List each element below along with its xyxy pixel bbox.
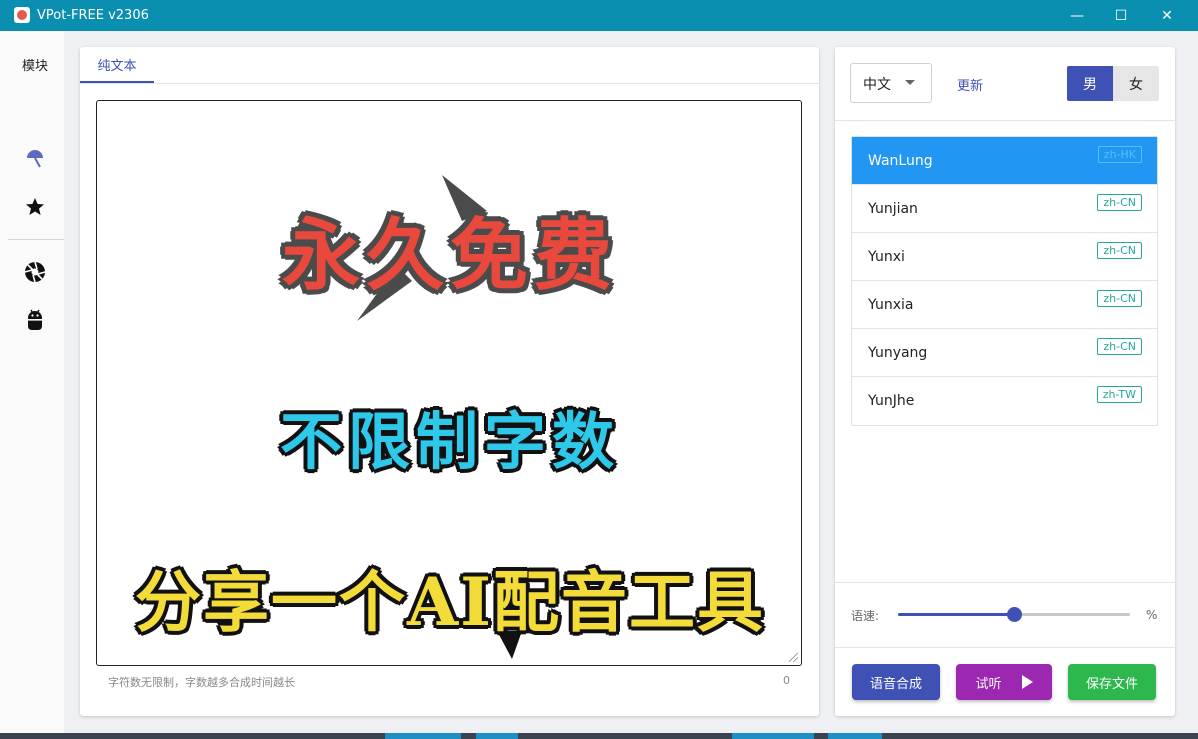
update-button[interactable]: 更新 (957, 75, 983, 94)
resize-grip-icon[interactable] (789, 653, 798, 662)
speed-unit: % (1146, 608, 1158, 622)
promo-line-free: 永久免费 (281, 210, 618, 301)
preview-label: 试听 (975, 676, 1002, 692)
chevron-down-icon (905, 80, 915, 85)
language-value: 中文 (863, 77, 891, 93)
save-file-label: 保存文件 (1085, 676, 1138, 692)
locale-badge: zh-CN (1097, 242, 1142, 259)
maximize-button[interactable]: ☐ (1098, 0, 1144, 31)
voice-item[interactable]: Yunxi zh-CN (852, 233, 1157, 281)
locale-badge: zh-CN (1097, 290, 1142, 307)
gender-female-button[interactable]: 女 (1113, 66, 1159, 101)
actions-divider (835, 647, 1175, 648)
app-window: VPot-FREE v2306 — ☐ ✕ 模块 纯文本 永久免费 不限制字数 … (0, 0, 1198, 733)
text-editor-panel: 纯文本 永久免费 不限制字数 分享一个AI配音工具 字符数无限制，字数越多合成时… (80, 47, 819, 716)
close-button[interactable]: ✕ (1144, 0, 1190, 31)
voice-name: Yunxi (868, 249, 905, 265)
aperture-icon[interactable] (22, 260, 48, 284)
voice-list: WanLung zh-HK Yunjian zh-CN Yunxi zh-CN … (851, 136, 1158, 426)
voice-name: YunJhe (868, 393, 915, 409)
minimize-button[interactable]: — (1054, 0, 1100, 31)
voice-item[interactable]: WanLung zh-HK (852, 137, 1157, 185)
char-limit-hint: 字符数无限制，字数越多合成时间越长 (108, 676, 295, 689)
play-icon (1021, 675, 1033, 689)
speed-slider-thumb[interactable] (1007, 607, 1022, 622)
module-sidebar: 模块 (0, 31, 64, 733)
title-bar: VPot-FREE v2306 — ☐ ✕ (0, 0, 1198, 31)
umbrella-icon[interactable] (22, 147, 48, 171)
save-file-button[interactable]: 保存文件 (1068, 664, 1156, 700)
header-divider (835, 120, 1175, 121)
text-input-area[interactable]: 永久免费 不限制字数 分享一个AI配音工具 (96, 100, 802, 666)
speed-label: 语速: (851, 609, 880, 623)
window-title: VPot-FREE v2306 (37, 8, 149, 23)
voice-name: Yunyang (868, 345, 928, 361)
speed-slider-fill (898, 613, 1014, 616)
gender-toggle: 男 女 (1067, 66, 1159, 101)
voice-settings-panel: 中文 更新 男 女 WanLung zh-HK Yunjian zh-CN Yu… (835, 47, 1175, 716)
app-logo-icon (14, 7, 30, 23)
android-icon[interactable] (22, 308, 48, 332)
locale-badge: zh-TW (1096, 386, 1142, 403)
taskbar-tab (476, 733, 518, 739)
voice-name: Yunxia (868, 297, 914, 313)
locale-badge: zh-HK (1097, 146, 1142, 163)
language-select[interactable]: 中文 (850, 63, 932, 103)
speed-divider (835, 582, 1175, 583)
promo-line-share: 分享一个AI配音工具 (134, 563, 766, 641)
taskbar-tab (732, 733, 814, 739)
taskbar-tab (828, 733, 882, 739)
synthesize-button[interactable]: 语音合成 (852, 664, 940, 700)
voice-item[interactable]: Yunjian zh-CN (852, 185, 1157, 233)
module-title: 模块 (22, 59, 49, 74)
nav-divider (8, 239, 64, 240)
gender-male-button[interactable]: 男 (1067, 66, 1113, 101)
voice-item[interactable]: Yunxia zh-CN (852, 281, 1157, 329)
char-count: 0 (783, 674, 790, 687)
tab-plain-text[interactable]: 纯文本 (80, 47, 154, 83)
voice-name: Yunjian (868, 201, 918, 217)
synthesize-label: 语音合成 (869, 676, 922, 692)
voice-item[interactable]: YunJhe zh-TW (852, 377, 1157, 425)
locale-badge: zh-CN (1097, 194, 1142, 211)
voice-item[interactable]: Yunyang zh-CN (852, 329, 1157, 377)
locale-badge: zh-CN (1097, 338, 1142, 355)
taskbar-tab (385, 733, 461, 739)
taskbar-strip (0, 733, 1198, 739)
promo-line-unlimited: 不限制字数 (279, 405, 620, 478)
preview-button[interactable]: 试听 (956, 664, 1052, 700)
voice-name: WanLung (868, 153, 933, 169)
editor-tabbar: 纯文本 (80, 47, 819, 84)
speed-slider[interactable] (898, 607, 1130, 622)
star-icon[interactable] (22, 195, 48, 219)
